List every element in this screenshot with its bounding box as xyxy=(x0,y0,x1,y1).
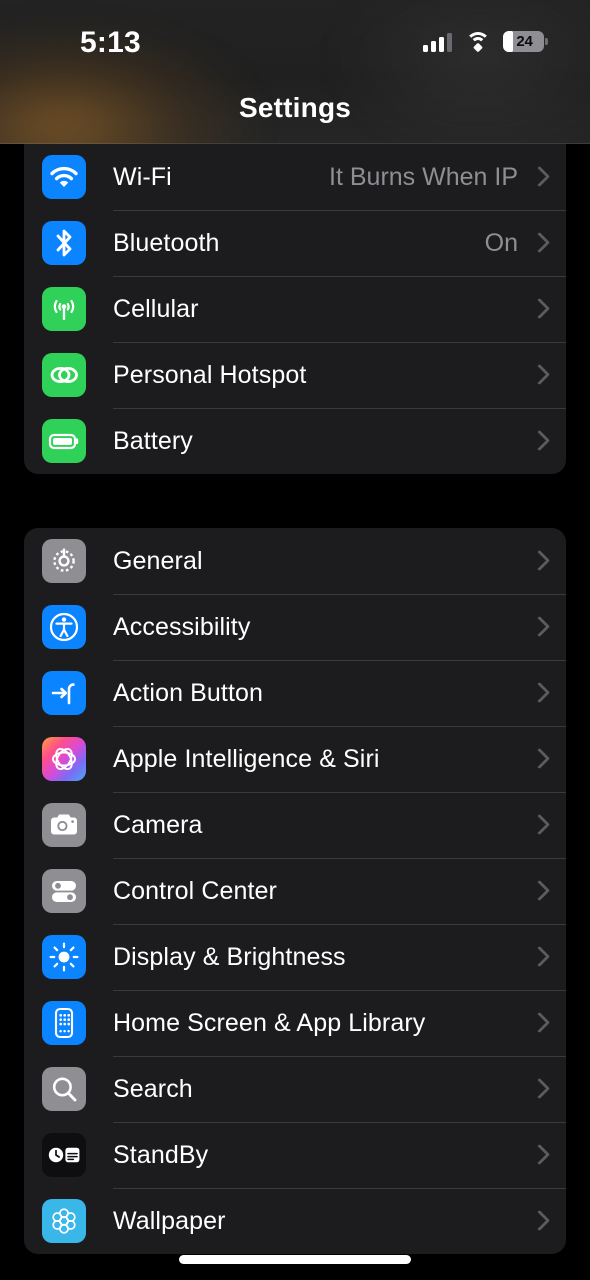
settings-row-bluetooth[interactable]: Bluetooth On xyxy=(24,210,566,276)
battery-icon: 24 xyxy=(503,31,548,52)
home-indicator[interactable] xyxy=(179,1255,411,1264)
action-button-icon xyxy=(42,671,86,715)
chevron-right-icon xyxy=(532,946,544,968)
settings-list[interactable]: Wi-Fi It Burns When IP Bluetooth On Cell… xyxy=(0,144,590,1280)
settings-row-camera[interactable]: Camera xyxy=(24,792,566,858)
settings-row-label: Wallpaper xyxy=(113,1206,226,1235)
settings-row-label: Action Button xyxy=(113,678,264,707)
settings-row-label: Accessibility xyxy=(113,612,251,641)
settings-row-label: Display & Brightness xyxy=(113,942,346,971)
search-icon xyxy=(42,1067,86,1111)
status-bar-time: 5:13 xyxy=(80,26,141,59)
chevron-right-icon xyxy=(532,550,544,572)
settings-row-label: StandBy xyxy=(113,1140,209,1169)
status-bar-indicators: 24 xyxy=(423,31,548,53)
camera-icon xyxy=(42,803,86,847)
settings-row-label: Personal Hotspot xyxy=(113,360,307,389)
chevron-right-icon xyxy=(532,682,544,704)
chevron-right-icon xyxy=(532,430,544,452)
wallpaper-flower-icon xyxy=(42,1199,86,1243)
apple-intelligence-icon xyxy=(42,737,86,781)
chevron-right-icon xyxy=(532,1078,544,1100)
settings-row-wifi[interactable]: Wi-Fi It Burns When IP xyxy=(24,144,566,210)
status-bar: 5:13 24 xyxy=(0,0,590,74)
bluetooth-icon xyxy=(42,221,86,265)
control-center-icon xyxy=(42,869,86,913)
standby-icon xyxy=(42,1133,86,1177)
gear-icon xyxy=(42,539,86,583)
chevron-right-icon xyxy=(532,364,544,386)
hotspot-link-icon xyxy=(42,353,86,397)
settings-row-search[interactable]: Search xyxy=(24,1056,566,1122)
settings-row-general[interactable]: General xyxy=(24,528,566,594)
settings-group-system: General Accessibility Action Button Appl… xyxy=(24,528,566,1254)
page-title: Settings xyxy=(238,92,352,123)
settings-screen: 5:13 24 Settings Wi-Fi It Burns When IP … xyxy=(0,0,590,1280)
settings-row-standby[interactable]: StandBy xyxy=(24,1122,566,1188)
chevron-right-icon xyxy=(532,814,544,836)
settings-row-personal-hotspot[interactable]: Personal Hotspot xyxy=(24,342,566,408)
settings-row-label: Wi-Fi xyxy=(113,162,172,191)
settings-row-home-screen-app-library[interactable]: Home Screen & App Library xyxy=(24,990,566,1056)
settings-row-label: Battery xyxy=(113,426,193,455)
chevron-right-icon xyxy=(532,232,544,254)
settings-row-battery[interactable]: Battery xyxy=(24,408,566,474)
navigation-bar: 5:13 24 Settings xyxy=(0,0,590,144)
nav-separator xyxy=(0,143,590,144)
chevron-right-icon xyxy=(532,1012,544,1034)
settings-group-connectivity: Wi-Fi It Burns When IP Bluetooth On Cell… xyxy=(24,144,566,474)
battery-icon xyxy=(42,419,86,463)
settings-row-action-button[interactable]: Action Button xyxy=(24,660,566,726)
brightness-sun-icon xyxy=(42,935,86,979)
chevron-right-icon xyxy=(532,166,544,188)
settings-row-label: General xyxy=(113,546,203,575)
chevron-right-icon xyxy=(532,748,544,770)
accessibility-icon xyxy=(42,605,86,649)
cellular-signal-icon xyxy=(423,32,452,52)
settings-row-value: It Burns When IP xyxy=(329,162,518,191)
wifi-icon xyxy=(42,155,86,199)
settings-row-control-center[interactable]: Control Center xyxy=(24,858,566,924)
home-screen-icon xyxy=(42,1001,86,1045)
chevron-right-icon xyxy=(532,1144,544,1166)
cellular-icon xyxy=(42,287,86,331)
settings-row-label: Apple Intelligence & Siri xyxy=(113,744,380,773)
chevron-right-icon xyxy=(532,880,544,902)
battery-percent-label: 24 xyxy=(516,33,533,50)
wifi-icon xyxy=(465,32,490,53)
chevron-right-icon xyxy=(532,616,544,638)
chevron-right-icon xyxy=(532,1210,544,1232)
settings-row-cellular[interactable]: Cellular xyxy=(24,276,566,342)
settings-row-apple-intelligence-siri[interactable]: Apple Intelligence & Siri xyxy=(24,726,566,792)
settings-row-display-brightness[interactable]: Display & Brightness xyxy=(24,924,566,990)
settings-row-label: Control Center xyxy=(113,876,277,905)
settings-row-label: Search xyxy=(113,1074,193,1103)
settings-row-accessibility[interactable]: Accessibility xyxy=(24,594,566,660)
settings-row-label: Cellular xyxy=(113,294,199,323)
chevron-right-icon xyxy=(532,298,544,320)
settings-row-wallpaper[interactable]: Wallpaper xyxy=(24,1188,566,1254)
settings-row-label: Bluetooth xyxy=(113,228,220,257)
settings-row-label: Home Screen & App Library xyxy=(113,1008,426,1037)
settings-row-label: Camera xyxy=(113,810,203,839)
settings-row-value: On xyxy=(484,228,518,257)
